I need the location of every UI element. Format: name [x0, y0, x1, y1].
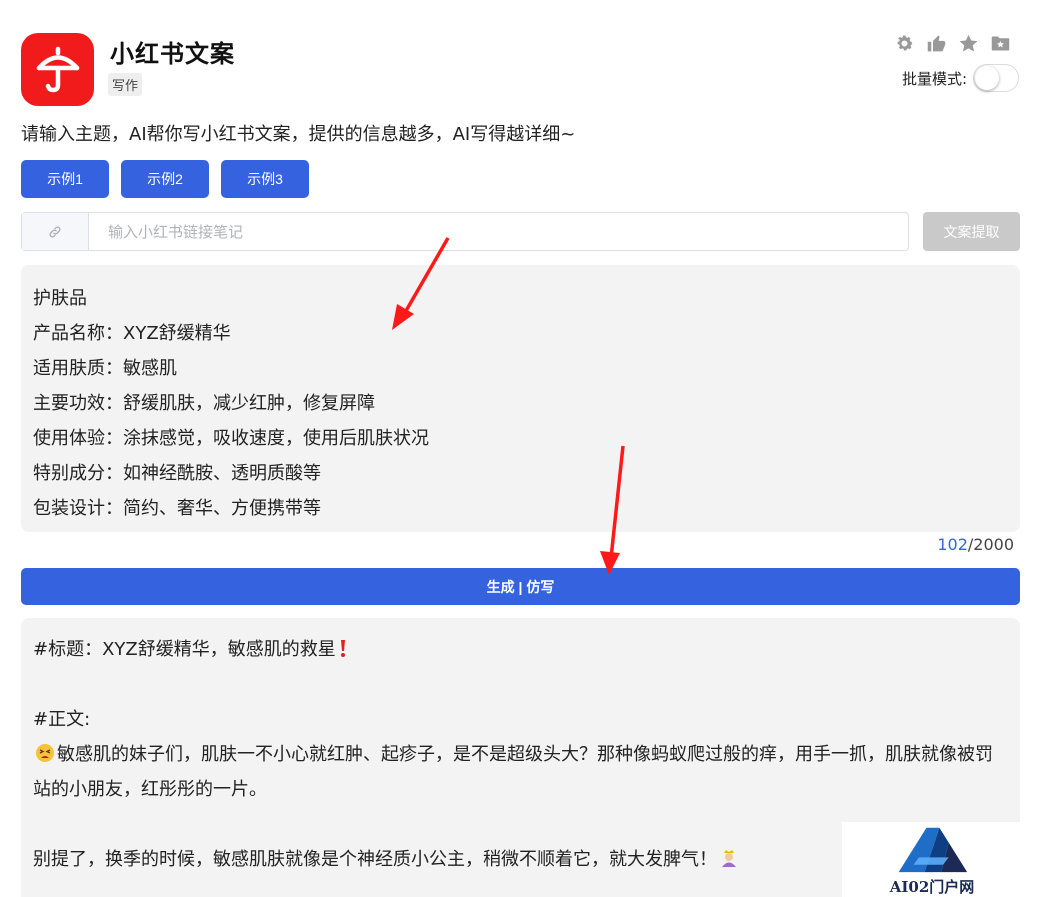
umbrella-icon [36, 46, 79, 92]
site-watermark: AI02门户网 [842, 822, 1022, 897]
example-1-button[interactable]: 示例1 [21, 160, 109, 198]
note-link-input[interactable] [89, 213, 908, 250]
char-count-current: 102 [937, 535, 968, 554]
exclamation-icon [340, 640, 345, 657]
output-body-heading: #正文: [33, 709, 91, 730]
topic-textarea[interactable]: 护肤品 产品名称：XYZ舒缓精华 适用肤质：敏感肌 主要功效：舒缓肌肤，减少红肿… [21, 265, 1020, 532]
output-title-text: #标题：XYZ舒缓精华，敏感肌的救星 [33, 639, 336, 660]
watermark-text: AI02门户网 [889, 878, 975, 896]
toggle-knob [975, 66, 999, 90]
example-3-button[interactable]: 示例3 [221, 160, 309, 198]
app-title: 小红书文案 [110, 40, 235, 68]
char-count-max: /2000 [967, 535, 1014, 554]
gear-icon[interactable] [893, 32, 915, 54]
generate-button[interactable]: 生成 | 仿写 [21, 568, 1020, 605]
category-tag: 写作 [108, 73, 143, 96]
input-line: 包装设计：简约、奢华、方便携带等 [33, 498, 321, 519]
example-buttons: 示例1 示例2 示例3 [21, 160, 309, 198]
input-line: 主要功效：舒缓肌肤，减少红肿，修复屏障 [33, 393, 375, 414]
input-line: 适用肤质：敏感肌 [33, 358, 177, 379]
output-para-1: 敏感肌的妹子们，肌肤一不小心就红肿、起疹子，是不是超级头大？那种像蚂蚁爬过般的痒… [33, 737, 1008, 807]
princess-icon [722, 850, 736, 867]
batch-mode: 批量模式: [902, 64, 1019, 92]
char-counter: 102/2000 [937, 535, 1014, 554]
folder-star-icon[interactable] [989, 32, 1011, 54]
tired-face-icon [36, 744, 54, 762]
output-title-line: #标题：XYZ舒缓精华，敏感肌的救星 [33, 632, 1008, 667]
star-icon[interactable] [957, 32, 979, 54]
input-line: 护肤品 [33, 288, 87, 309]
thumbs-up-icon[interactable] [925, 32, 947, 54]
app-icon [21, 33, 94, 106]
link-icon-box [22, 213, 89, 250]
link-input-group [21, 212, 909, 251]
link-icon [49, 226, 61, 237]
output-para-1-text: 敏感肌的妹子们，肌肤一不小心就红肿、起疹子，是不是超级头大？那种像蚂蚁爬过般的痒… [33, 744, 993, 800]
watermark-logo-icon [898, 827, 968, 873]
input-line: 使用体验：涂抹感觉，吸收速度，使用后肌肤状况 [33, 428, 429, 449]
output-para-2-text: 别提了，换季的时候，敏感肌肤就像是个神经质小公主，稍微不顺着它，就大发脾气！ [33, 849, 717, 870]
top-actions [893, 32, 1011, 54]
input-line: 产品名称：XYZ舒缓精华 [33, 323, 231, 344]
intro-text: 请输入主题，AI帮你写小红书文案，提供的信息越多，AI写得越详细~ [21, 124, 576, 145]
example-2-button[interactable]: 示例2 [121, 160, 209, 198]
input-line: 特别成分：如神经酰胺、透明质酸等 [33, 463, 321, 484]
extract-copy-button[interactable]: 文案提取 [923, 212, 1020, 251]
batch-mode-toggle[interactable] [973, 64, 1019, 92]
batch-mode-label: 批量模式: [901, 69, 967, 88]
